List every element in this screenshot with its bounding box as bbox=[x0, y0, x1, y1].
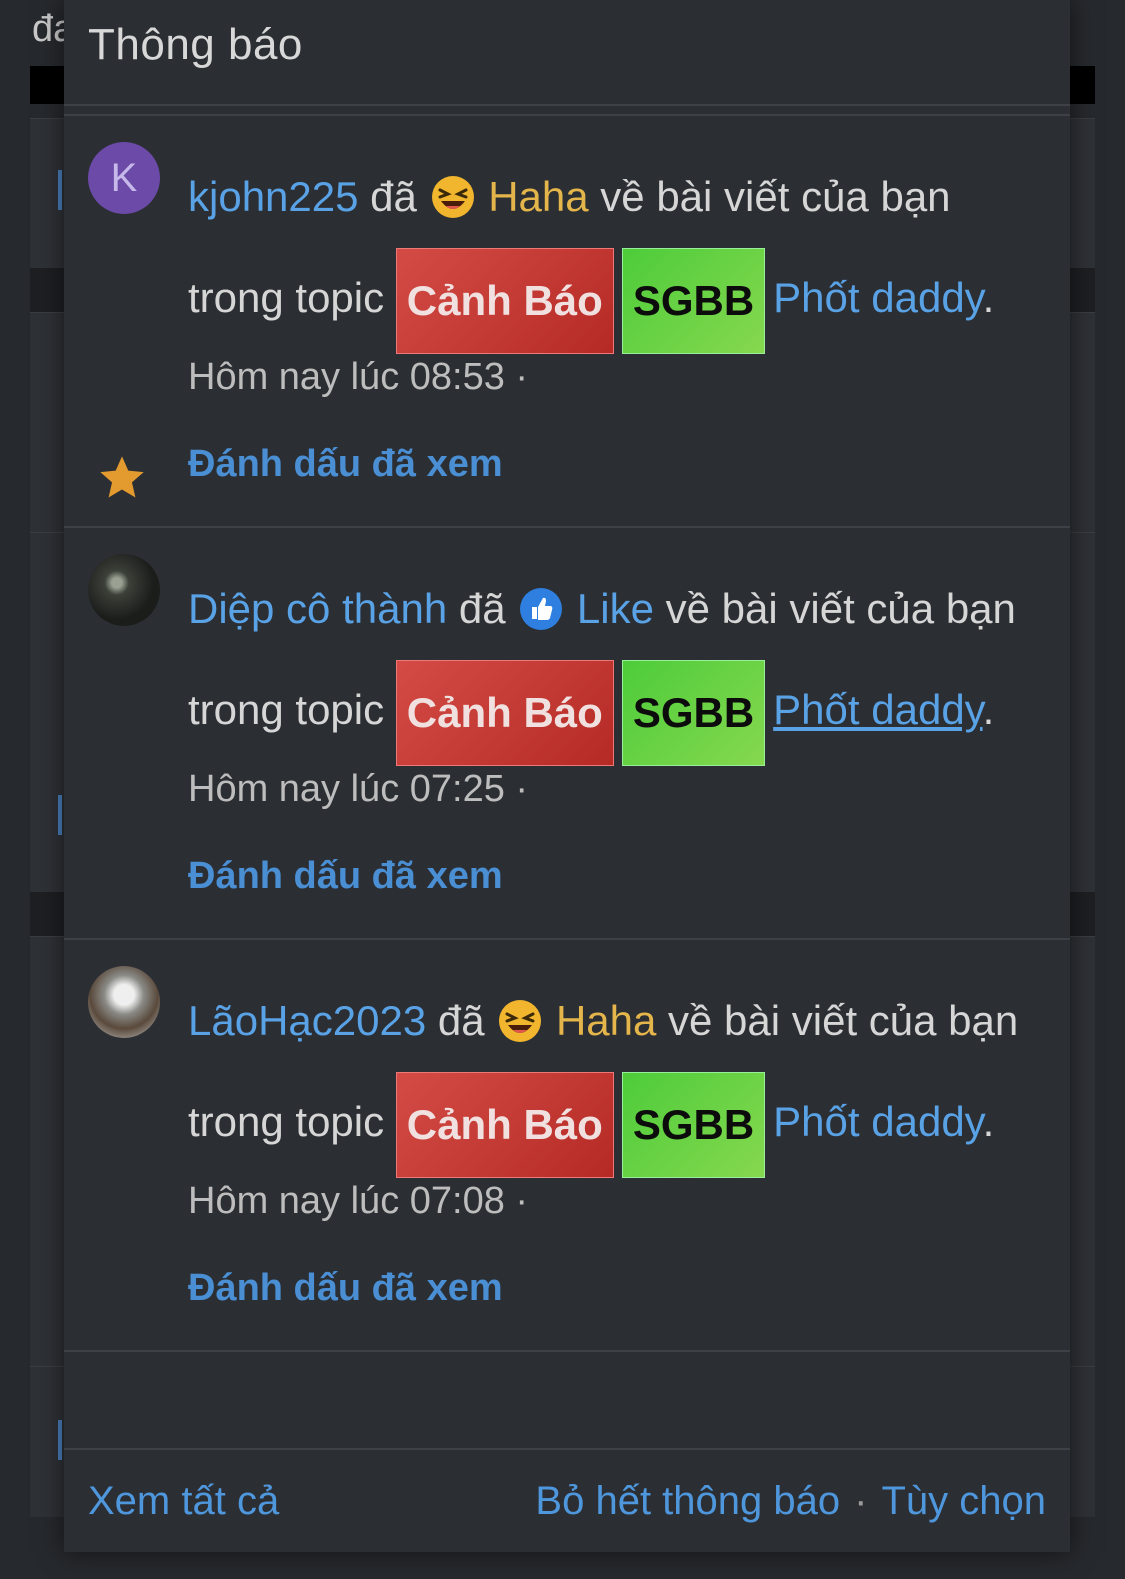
notification-item[interactable]: Diệp cô thành đã Like về bài viết của bạ… bbox=[64, 528, 1070, 1012]
topic-link[interactable]: Phốt daddy bbox=[773, 274, 982, 321]
notification-time: Hôm nay lúc 08:53 · bbox=[188, 355, 529, 398]
reaction-label: Haha bbox=[555, 996, 657, 1044]
topic-link[interactable]: Phốt daddy bbox=[773, 686, 982, 733]
dismiss-all-link[interactable]: Bỏ hết thông báo bbox=[535, 1479, 840, 1523]
notification-time: Hôm nay lúc 07:08 · bbox=[188, 1179, 529, 1222]
popup-footer: Xem tất cả Bỏ hết thông báo · Tùy chọn bbox=[64, 1448, 1070, 1552]
view-all-link[interactable]: Xem tất cả bbox=[88, 1479, 279, 1524]
topic-link[interactable]: Phốt daddy bbox=[773, 1098, 982, 1145]
reaction-label: Haha bbox=[488, 173, 589, 220]
mark-as-read-link[interactable]: Đánh dấu đã xem bbox=[188, 443, 1040, 486]
notification-item[interactable]: LãoHạc2023 đã Haha về bài viết của bạn t… bbox=[64, 940, 1070, 1352]
notification-time: Hôm nay lúc 07:25 · bbox=[188, 767, 529, 810]
mark-as-read-link[interactable]: Đánh dấu đã xem bbox=[188, 1267, 1040, 1310]
avatar-letter: K bbox=[110, 155, 138, 200]
notification-text: LãoHạc2023 đã Haha về bài viết của bạn t… bbox=[188, 970, 1040, 1178]
prefix-tag-warning: Cảnh Báo bbox=[395, 659, 614, 766]
mark-as-read-link[interactable]: Đánh dấu đã xem bbox=[188, 855, 1040, 898]
star-icon[interactable] bbox=[96, 452, 148, 504]
notification-text: kjohn225 đã Haha về bài viết của bạn tro… bbox=[188, 146, 1040, 354]
haha-emoji-icon bbox=[499, 999, 542, 1042]
user-link[interactable]: LãoHạc2023 bbox=[188, 997, 426, 1044]
user-link[interactable]: kjohn225 bbox=[188, 173, 358, 220]
options-link[interactable]: Tùy chọn bbox=[881, 1479, 1046, 1523]
prefix-tag-warning: Cảnh Báo bbox=[395, 1071, 614, 1178]
popup-header: Thông báo bbox=[64, 0, 1070, 106]
notification-text: Diệp cô thành đã Like về bài viết của bạ… bbox=[188, 558, 1040, 766]
prefix-tag-sgbb: SGBB bbox=[621, 659, 766, 766]
footer-actions: Bỏ hết thông báo · Tùy chọn bbox=[535, 1479, 1046, 1524]
footer-separator: · bbox=[854, 1478, 868, 1523]
notifications-list[interactable]: K kjohn225 đã Haha về bài viết của bạn t… bbox=[64, 114, 1070, 1448]
popup-title: Thông báo bbox=[88, 20, 303, 69]
avatar[interactable] bbox=[88, 965, 160, 1038]
reaction-label: Like bbox=[576, 584, 654, 632]
notification-item[interactable]: K kjohn225 đã Haha về bài viết của bạn t… bbox=[64, 116, 1070, 528]
haha-emoji-icon bbox=[431, 176, 474, 218]
verb: đã bbox=[437, 996, 485, 1044]
verb: đã bbox=[370, 173, 417, 220]
prefix-tag-sgbb: SGBB bbox=[621, 1071, 766, 1178]
verb: đã bbox=[458, 584, 506, 632]
avatar[interactable] bbox=[88, 553, 160, 626]
like-emoji-icon bbox=[520, 587, 563, 630]
user-link[interactable]: Diệp cô thành bbox=[188, 585, 447, 632]
avatar[interactable]: K bbox=[88, 142, 160, 214]
notifications-popup: Thông báo K kjohn225 đã Haha về bài viết… bbox=[64, 0, 1070, 1552]
prefix-tag-warning: Cảnh Báo bbox=[395, 247, 614, 354]
prefix-tag-sgbb: SGBB bbox=[621, 247, 766, 354]
